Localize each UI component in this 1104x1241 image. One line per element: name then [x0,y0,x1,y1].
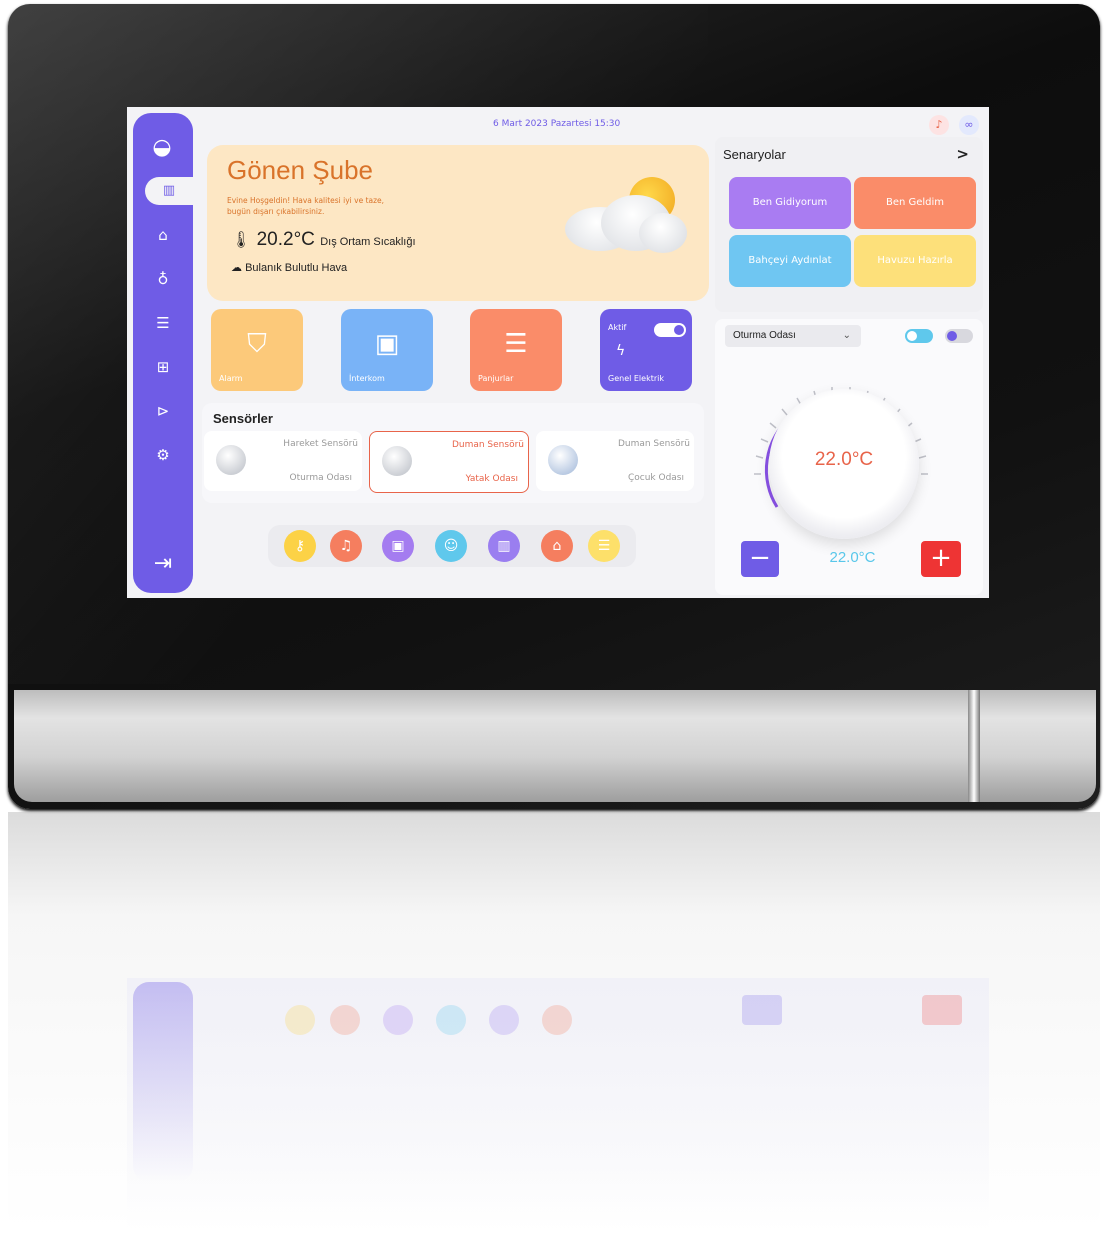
welcome-line-2: bugün dışarı çıkabilirsiniz. [227,207,325,216]
building-icon[interactable]: ⌂ [133,221,193,249]
device-bottom-bezel [14,690,1096,802]
outdoor-temperature: 🌡 20.2°C Dış Ortam Sıcaklığı [231,229,416,251]
scenario-button[interactable]: Havuzu Hazırla [854,235,976,287]
shield-icon: ⛉ [247,329,267,359]
date-time: 6 Mart 2023 Pazartesi 15:30 [493,119,621,129]
scenarios-next-arrow[interactable]: > [956,145,969,163]
reflection-dot [285,1005,315,1035]
intercom-icon[interactable]: ▣ [382,530,414,562]
thermostat-panel: Oturma Odası ⌄ 22.0°C − 22.0°C + [715,319,983,595]
temperature-label: Dış Ortam Sıcaklığı [320,236,416,248]
sensor-name: Hareket Sensörü [283,439,358,449]
reflection-box [922,995,962,1025]
dashboard-icon[interactable]: ▥ [145,177,193,205]
smoke-sensor-icon [548,445,578,475]
tile-label: Panjurlar [478,374,514,383]
welcome-line-1: Evine Hoşgeldin! Hava kalitesi iyi ve ta… [227,196,385,205]
blinds-tile[interactable]: ☰ Panjurlar [470,309,562,391]
thermometer-icon: 🌡 [231,232,252,249]
intercom-icon: ▣ [374,329,400,359]
key-icon[interactable]: ⚷ [284,530,316,562]
increase-button[interactable]: + [921,541,961,577]
chevron-down-icon: ⌄ [842,330,851,341]
motion-sensor-icon [216,445,246,475]
reflection-dot [542,1005,572,1035]
sidebar-reflection [133,982,193,1182]
logout-icon[interactable]: ⇥ [133,551,193,576]
sensors-title: Sensörler [213,411,273,426]
settings-icon[interactable]: ⚙ [133,441,193,469]
decrease-button[interactable]: − [741,541,779,577]
toggle-knob [674,325,684,335]
welcome-message: Evine Hoşgeldin! Hava kalitesi iyi ve ta… [227,195,447,217]
tile-label: Genel Elektrik [608,374,664,383]
weather-condition: ☁ Bulanık Bulutlu Hava [231,261,347,274]
temperature-value: 20.2°C [256,229,315,250]
app-screen: ◒ ▥ ⌂ ♁ ☰ ⊞ ⊳ ⚙ ⇥ 6 Mart 2023 Pazartesi … [127,107,989,598]
reflection-box [742,995,782,1025]
quick-action-dock: ⚷ ♫ ▣ ☺ ▥ ⌂ ☰ [268,525,636,567]
scenario-button[interactable]: Ben Gidiyorum [729,177,851,229]
room-select[interactable]: Oturma Odası ⌄ [725,325,861,347]
link-icon[interactable]: ∞ [959,115,979,135]
electric-toggle[interactable] [654,323,686,337]
sensor-card-alert[interactable]: Duman Sensörü Yatak Odası [369,431,529,493]
power-toggle[interactable] [945,329,973,343]
tile-label: Alarm [219,374,243,383]
condition-text: Bulanık Bulutlu Hava [245,262,348,274]
sensor-name: Duman Sensörü [617,439,690,449]
cloud-illustration [639,213,687,253]
sensors-panel: Sensörler Hareket Sensörü Oturma Odası D… [202,403,704,503]
garage-icon[interactable]: ⌂ [541,530,573,562]
sensor-room: Yatak Odası [465,474,518,484]
more-icon[interactable]: ☰ [588,530,620,562]
sensor-name: Duman Sensörü [451,440,524,450]
smoke-sensor-icon [382,446,412,476]
sensor-card[interactable]: Duman Sensörü Çocuk Odası [536,431,694,491]
notification-bell-icon[interactable]: ♪ [929,115,949,135]
camera-icon[interactable]: ⊳ [133,397,193,425]
toggle-knob [947,331,957,341]
sensor-card[interactable]: Hareket Sensörü Oturma Odası [204,431,362,491]
current-temperature: 22.0°C [814,449,874,470]
curtain-icon[interactable]: ▥ [488,530,520,562]
bezel-highlight [968,690,980,802]
scenarios-title: Senaryolar [723,147,786,162]
weather-card: Gönen Şube Evine Hoşgeldin! Hava kalites… [207,145,709,301]
reflection-dot [330,1005,360,1035]
toggle-knob [907,331,917,341]
scenarios-panel: Senaryolar > Ben Gidiyorum Ben Geldim Ba… [715,137,983,312]
tile-label: İnterkom [349,374,385,383]
cloud-icon: ☁ [231,262,242,274]
sidebar: ◒ ▥ ⌂ ♁ ☰ ⊞ ⊳ ⚙ ⇥ [133,113,193,593]
blinds-icon: ☰ [504,329,528,359]
sensor-room: Çocuk Odası [627,473,684,483]
sensor-room: Oturma Odası [289,473,352,483]
electric-tile[interactable]: Aktif ϟ Genel Elektrik [600,309,692,391]
reflection-dot [436,1005,466,1035]
electric-status: Aktif [608,323,627,332]
user-icon[interactable]: ☺ [435,530,467,562]
logo-icon: ◒ [152,135,172,160]
bell-icon[interactable]: ♫ [330,530,362,562]
room-select-value: Oturma Odası [733,330,796,341]
lightbulb-icon[interactable]: ♁ [133,265,193,293]
reflection-dot [383,1005,413,1035]
blinds-icon[interactable]: ☰ [133,309,193,337]
branch-title: Gönen Şube [227,155,374,185]
intercom-tile[interactable]: ▣ İnterkom [341,309,433,391]
temperature-dial[interactable]: 22.0°C [769,389,919,539]
setpoint-value: 22.0°C [829,549,876,566]
mode-toggle[interactable] [905,329,933,343]
scenario-button[interactable]: Ben Geldim [854,177,976,229]
network-icon[interactable]: ⊞ [133,353,193,381]
alarm-tile[interactable]: ⛉ Alarm [211,309,303,391]
reflection-dot [489,1005,519,1035]
scenario-button[interactable]: Bahçeyi Aydınlat [729,235,851,287]
lightning-icon: ϟ [616,343,626,359]
